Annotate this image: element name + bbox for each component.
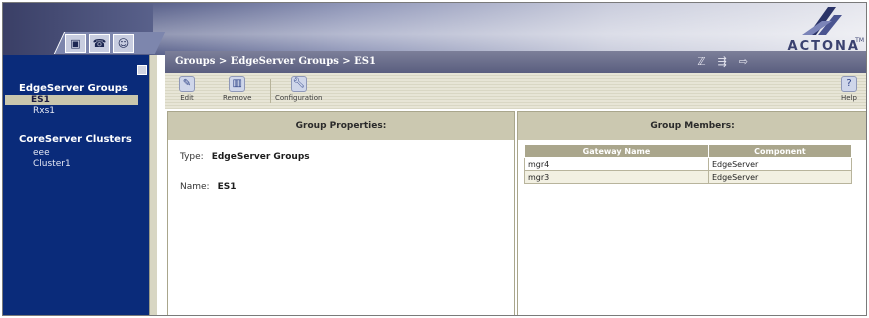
group-members-panel: Group Members: Gateway Name Component mg… bbox=[517, 111, 866, 315]
person-icon[interactable]: ☺ bbox=[113, 34, 134, 53]
configuration-button[interactable]: 🔧︎ Configuration bbox=[275, 76, 322, 102]
sidebar-item-rxs1[interactable]: Rxs1 bbox=[33, 106, 55, 116]
type-row: Type: EdgeServer Groups bbox=[180, 152, 310, 162]
group-members-title: Group Members: bbox=[518, 112, 866, 140]
selected-highlight bbox=[5, 95, 138, 105]
banner-decoration bbox=[153, 3, 866, 55]
actona-logo: ACTONA TM TECHNOLOGIES bbox=[762, 5, 864, 58]
remove-button[interactable]: ▥ Remove bbox=[223, 76, 251, 102]
name-value: ES1 bbox=[217, 182, 237, 192]
sidebar-scrollbar[interactable] bbox=[149, 55, 157, 315]
breadcrumb[interactable]: Groups > EdgeServer Groups > ES1 bbox=[175, 56, 376, 67]
group-properties-panel: Group Properties: Type: EdgeServer Groups… bbox=[167, 111, 515, 315]
sidebar-item-eee[interactable]: eee bbox=[33, 148, 50, 158]
help-icon: ? bbox=[841, 76, 857, 92]
sidebar-item-cluster1[interactable]: Cluster1 bbox=[33, 159, 71, 169]
group-properties-title: Group Properties: bbox=[168, 112, 514, 140]
wrench-icon: 🔧︎ bbox=[290, 76, 307, 92]
nav-icons: ▣ ☎ ☺ bbox=[65, 34, 137, 54]
gateway-name-cell: mgr3 bbox=[524, 170, 709, 184]
type-label: Type: bbox=[180, 152, 204, 162]
sidebar-group-edgeserver[interactable]: EdgeServer Groups bbox=[19, 83, 128, 94]
network-icon[interactable]: ⇶ bbox=[718, 55, 727, 68]
toolbar-separator bbox=[270, 79, 271, 103]
trash-icon: ▥ bbox=[229, 76, 246, 92]
sidebar-group-coreserver[interactable]: CoreServer Clusters bbox=[19, 134, 132, 145]
sidebar: EdgeServer Groups ES1 Rxs1 CoreServer Cl… bbox=[3, 55, 149, 315]
remove-label: Remove bbox=[223, 94, 252, 102]
top-banner: ▣ ☎ ☺ ACTONA TM TECHNOLOGIES bbox=[3, 3, 866, 58]
logo-mark-icon bbox=[802, 7, 842, 35]
computer-icon[interactable]: ▣ bbox=[65, 34, 86, 53]
sidebar-item-es1[interactable]: ES1 bbox=[31, 95, 50, 105]
edit-label: Edit bbox=[180, 94, 194, 102]
type-value: EdgeServer Groups bbox=[211, 152, 310, 162]
edit-icon: ✎ bbox=[179, 76, 195, 92]
members-table: Gateway Name Component mgr4 EdgeServer m… bbox=[524, 144, 853, 184]
name-label: Name: bbox=[180, 182, 210, 192]
app-window: ▣ ☎ ☺ ACTONA TM TECHNOLOGIES EdgeServer … bbox=[2, 2, 867, 316]
phone-icon[interactable]: ☎ bbox=[89, 34, 110, 53]
component-cell: EdgeServer bbox=[707, 170, 853, 184]
component-cell: EdgeServer bbox=[707, 157, 853, 171]
edit-button[interactable]: ✎ Edit bbox=[179, 76, 195, 102]
logout-icon[interactable]: ⇨ bbox=[739, 55, 748, 68]
name-row: Name: ES1 bbox=[180, 182, 237, 192]
content-header: Groups > EdgeServer Groups > ES1 ℤ ⇶ ⇨ bbox=[165, 51, 866, 73]
table-header-row: Gateway Name Component bbox=[524, 144, 853, 158]
collapse-sidebar-button[interactable] bbox=[137, 65, 147, 75]
gateway-name-cell: mgr4 bbox=[524, 157, 709, 171]
help-label: Help bbox=[841, 94, 857, 102]
column-component[interactable]: Component bbox=[707, 144, 853, 158]
table-row[interactable]: mgr4 EdgeServer bbox=[524, 157, 853, 171]
header-icons: ℤ ⇶ ⇨ bbox=[697, 55, 748, 68]
column-gateway-name[interactable]: Gateway Name bbox=[524, 144, 709, 158]
logo-trademark: TM bbox=[855, 37, 864, 44]
configuration-label: Configuration bbox=[275, 94, 323, 102]
zz-icon[interactable]: ℤ bbox=[697, 55, 705, 68]
toolbar: ✎ Edit ▥ Remove 🔧︎ Configuration ? Help bbox=[165, 73, 866, 109]
help-button[interactable]: ? Help bbox=[841, 76, 857, 102]
table-row[interactable]: mgr3 EdgeServer bbox=[524, 170, 853, 184]
